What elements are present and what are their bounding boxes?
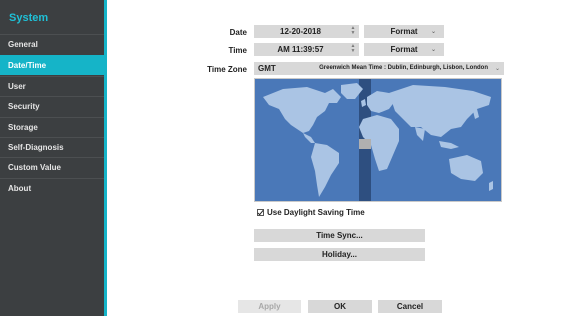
timezone-label: Time Zone [207,65,247,74]
time-field[interactable]: AM 11:39:57 ▲ ▼ [254,43,359,56]
new-zealand [489,181,493,191]
india [415,127,425,141]
timezone-world-map[interactable] [254,78,502,202]
australia [449,155,483,181]
sidebar-item-security[interactable]: Security [0,96,104,116]
system-settings-window: System General Date/Time User Security S… [0,0,577,316]
dst-label: Use Daylight Saving Time [267,208,365,217]
chevron-down-icon: ⌄ [494,66,500,72]
timezone-code: GMT [258,64,276,73]
world-map-graphic [263,79,493,201]
sidebar-item-storage[interactable]: Storage [0,117,104,137]
sidebar-item-date-time[interactable]: Date/Time [0,55,104,75]
time-value: AM 11:39:57 [277,45,324,54]
time-spinner-icon[interactable]: ▲ ▼ [349,44,357,55]
sidebar-item-custom-value[interactable]: Custom Value [0,157,104,177]
southeast-asia-islands [439,141,459,149]
date-format-dropdown[interactable]: Format ⌄ [364,25,444,38]
chevron-down-icon: ⌄ [430,29,436,35]
dst-checkbox[interactable] [257,208,264,216]
central-america [303,133,315,143]
timezone-name: Greenwich Mean Time : Dublin, Edinburgh,… [319,65,488,71]
location-marker [359,139,371,149]
date-time-panel: Date 12-20-2018 ▲ ▼ Format ⌄ Time AM 11:3… [110,0,577,316]
cancel-button[interactable]: Cancel [378,300,442,313]
timezone-dropdown[interactable]: GMT Greenwich Mean Time : Dublin, Edinbu… [254,62,504,75]
sidebar-item-user[interactable]: User [0,76,104,96]
north-america [263,87,341,133]
sidebar-item-self-diagnosis[interactable]: Self-Diagnosis [0,137,104,157]
date-spinner-icon[interactable]: ▲ ▼ [349,26,357,37]
time-format-dropdown[interactable]: Format ⌄ [364,43,444,56]
sidebar: System General Date/Time User Security S… [0,0,107,316]
holiday-button[interactable]: Holiday... [254,248,425,261]
ok-button[interactable]: OK [308,300,372,313]
time-sync-button[interactable]: Time Sync... [254,229,425,242]
date-value: 12-20-2018 [280,27,321,36]
continents [263,83,493,197]
date-label: Date [229,28,247,37]
dst-checkbox-row[interactable]: Use Daylight Saving Time [257,207,365,219]
apply-button[interactable]: Apply [238,300,301,313]
chevron-down-icon: ⌄ [430,47,436,53]
sidebar-title: System [9,12,49,24]
south-america [311,143,339,197]
sidebar-item-general[interactable]: General [0,34,104,54]
time-label: Time [228,46,247,55]
date-field[interactable]: 12-20-2018 ▲ ▼ [254,25,359,38]
sidebar-item-about[interactable]: About [0,178,104,198]
